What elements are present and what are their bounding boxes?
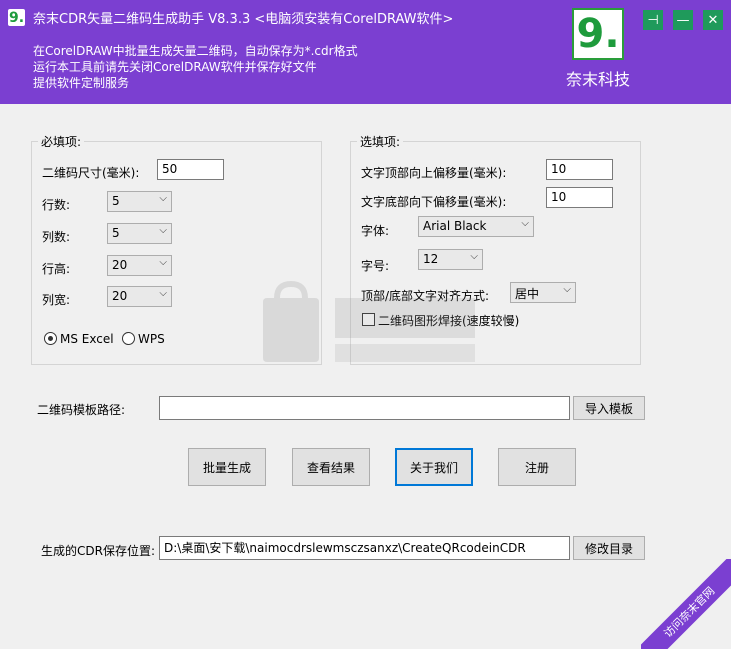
minimize-icon: — <box>676 12 690 28</box>
top-offset-label: 文字顶部向上偏移量(毫米): <box>361 166 507 180</box>
pin-icon: ⊣ <box>647 12 659 28</box>
font-label: 字体: <box>361 224 390 238</box>
cols-label: 列数: <box>42 230 71 244</box>
chevron-down-icon: ⌵ <box>563 284 571 295</box>
about-us-button[interactable]: 关于我们 <box>395 448 473 486</box>
app-logo-icon: 9. <box>8 9 25 26</box>
watermark-logo-icon <box>263 280 475 362</box>
chevron-down-icon: ⌵ <box>521 218 529 229</box>
save-location-input[interactable]: D:\桌面\安下载\naimocdrslewmsczsanxz\CreateQR… <box>159 536 570 560</box>
required-group-title: 必填项: <box>38 133 85 150</box>
info-line-1: 在CorelDRAW中批量生成矢量二维码，自动保存为*.cdr格式 <box>33 44 358 58</box>
app-header: 9. 奈末CDR矢量二维码生成助手 V8.3.3 <电脑须安装有CorelDRA… <box>0 0 731 104</box>
minimize-button[interactable]: — <box>673 10 693 30</box>
chevron-down-icon: ⌵ <box>159 257 167 268</box>
col-width-select[interactable]: 20 ⌵ <box>107 286 172 307</box>
visit-website-ribbon-wrap: 访问奈末官网 <box>641 559 731 649</box>
row-height-select[interactable]: 20 ⌵ <box>107 255 172 276</box>
cols-select-value: 5 <box>112 226 120 240</box>
change-directory-button[interactable]: 修改目录 <box>573 536 645 560</box>
info-line-3: 提供软件定制服务 <box>33 76 130 90</box>
import-template-button[interactable]: 导入模板 <box>573 396 645 420</box>
brand-logo-icon[interactable]: 9. <box>572 8 624 60</box>
rows-label: 行数: <box>42 198 71 212</box>
optional-group-title: 选填项: <box>357 133 404 150</box>
pin-button[interactable]: ⊣ <box>643 10 663 30</box>
visit-website-ribbon[interactable]: 访问奈末官网 <box>641 559 731 649</box>
close-button[interactable]: ✕ <box>703 10 723 30</box>
save-location-label: 生成的CDR保存位置: <box>41 544 156 558</box>
bottom-offset-input[interactable]: 10 <box>546 187 613 208</box>
font-size-label: 字号: <box>361 259 390 273</box>
font-select-value: Arial Black <box>423 219 487 233</box>
font-size-select[interactable]: 12 ⌵ <box>418 249 483 270</box>
window-title: 奈末CDR矢量二维码生成助手 V8.3.3 <电脑须安装有CorelDRAW软件… <box>33 12 454 27</box>
wps-radio[interactable] <box>122 332 135 345</box>
col-width-label: 列宽: <box>42 293 71 307</box>
row-height-label: 行高: <box>42 262 71 276</box>
info-line-2: 运行本工具前请先关闭CorelDRAW软件并保存好文件 <box>33 60 317 74</box>
close-icon: ✕ <box>707 12 719 28</box>
register-button[interactable]: 注册 <box>498 448 576 486</box>
font-size-select-value: 12 <box>423 252 439 266</box>
bottom-offset-label: 文字底部向下偏移量(毫米): <box>361 195 507 209</box>
cols-select[interactable]: 5 ⌵ <box>107 223 172 244</box>
chevron-down-icon: ⌵ <box>159 193 167 204</box>
chevron-down-icon: ⌵ <box>470 251 478 262</box>
top-offset-input[interactable]: 10 <box>546 159 613 180</box>
align-select[interactable]: 居中 ⌵ <box>510 282 576 303</box>
excel-radio[interactable] <box>44 332 57 345</box>
template-path-label: 二维码模板路径: <box>37 403 126 417</box>
font-select[interactable]: Arial Black ⌵ <box>418 216 534 237</box>
excel-radio-label[interactable]: MS Excel <box>60 332 114 346</box>
qr-size-input[interactable]: 50 <box>157 159 224 180</box>
row-height-select-value: 20 <box>112 258 128 272</box>
brand-name[interactable]: 奈末科技 <box>566 66 630 90</box>
col-width-select-value: 20 <box>112 289 128 303</box>
chevron-down-icon: ⌵ <box>159 288 167 299</box>
view-results-button[interactable]: 查看结果 <box>292 448 370 486</box>
qr-size-label: 二维码尺寸(毫米): <box>42 166 140 180</box>
chevron-down-icon: ⌵ <box>159 225 167 236</box>
template-path-input[interactable] <box>159 396 570 420</box>
wps-radio-label[interactable]: WPS <box>138 332 165 346</box>
rows-select-value: 5 <box>112 194 120 208</box>
rows-select[interactable]: 5 ⌵ <box>107 191 172 212</box>
align-select-value: 居中 <box>515 287 540 301</box>
batch-generate-button[interactable]: 批量生成 <box>188 448 266 486</box>
